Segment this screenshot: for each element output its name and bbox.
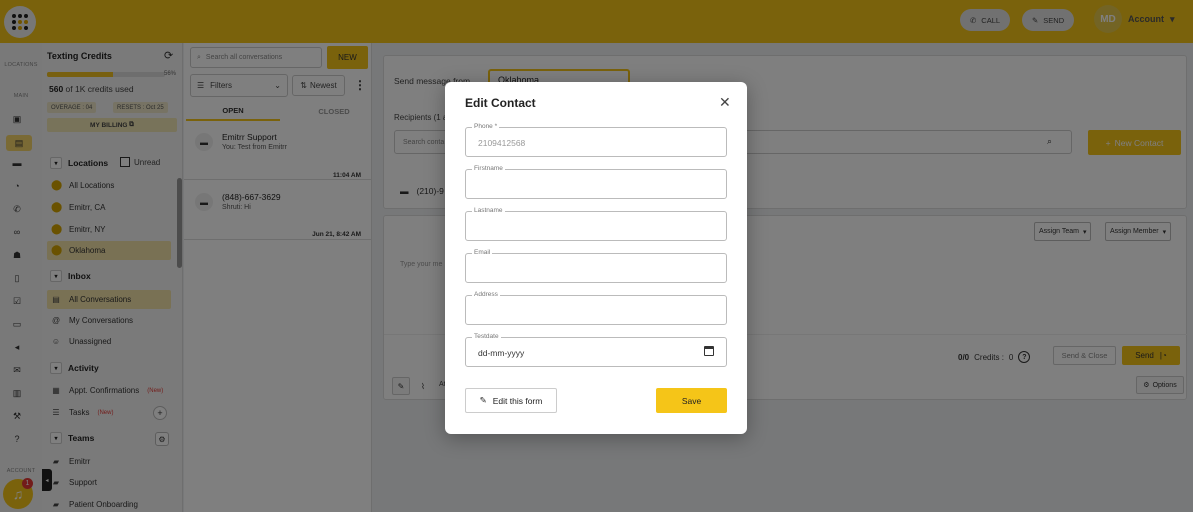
- lastname-field[interactable]: Lastname: [465, 207, 727, 241]
- close-icon[interactable]: ✕: [719, 95, 731, 109]
- pencil-icon: ✎: [479, 395, 487, 405]
- email-field[interactable]: Email: [465, 249, 727, 283]
- testdate-field[interactable]: Testdate dd-mm-yyyy: [465, 333, 727, 367]
- calendar-icon[interactable]: [704, 346, 714, 356]
- edit-form-button[interactable]: ✎ Edit this form: [465, 388, 557, 413]
- address-field[interactable]: Address: [465, 291, 727, 325]
- modal-title: Edit Contact: [465, 96, 536, 110]
- phone-field[interactable]: Phone * 2109412568: [465, 123, 727, 157]
- firstname-field[interactable]: Firstname: [465, 165, 727, 199]
- edit-contact-modal: Edit Contact ✕ Phone * 2109412568 Firstn…: [445, 82, 747, 434]
- save-button[interactable]: Save: [656, 388, 727, 413]
